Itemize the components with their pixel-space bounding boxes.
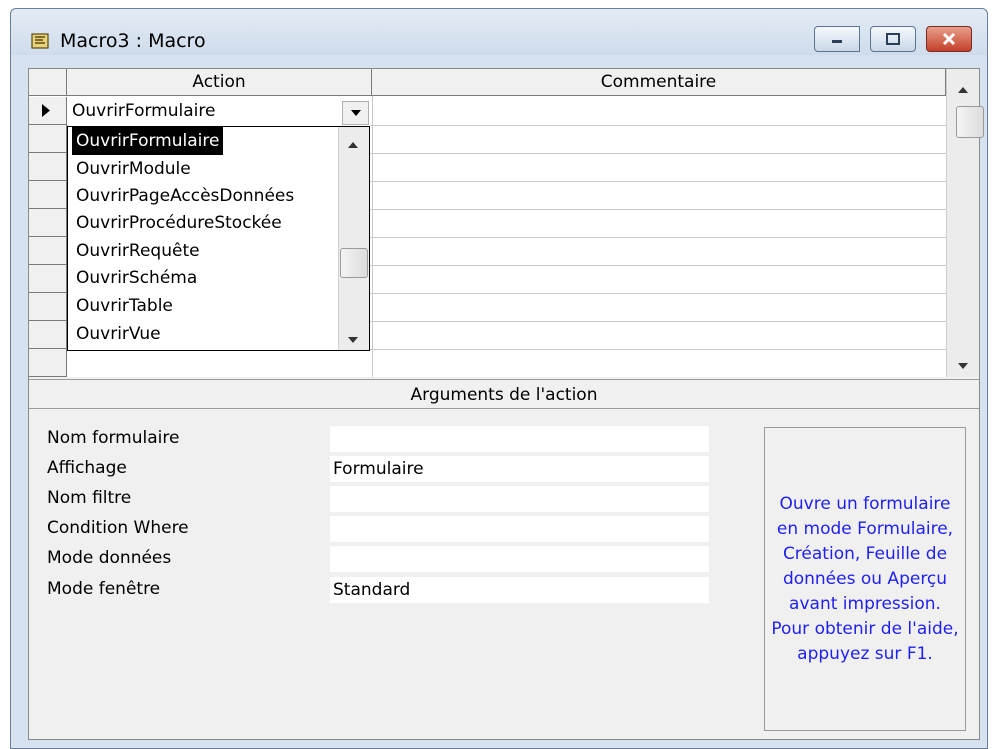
grid-col-line	[372, 96, 373, 377]
arg-label-filter-name: Nom filtre	[47, 488, 132, 508]
dropdown-scroll-thumb[interactable]	[340, 248, 368, 278]
grid-scroll-thumb[interactable]	[956, 106, 984, 138]
dropdown-item[interactable]: OuvrirRequête	[72, 237, 204, 265]
dropdown-item[interactable]: OuvrirPageAccèsDonnées	[72, 182, 298, 210]
dropdown-item[interactable]: OuvrirTable	[72, 292, 177, 320]
row-selector[interactable]	[29, 293, 67, 321]
dropdown-item[interactable]: OuvrirVue	[72, 320, 165, 348]
corner-header[interactable]	[29, 69, 67, 96]
close-icon	[942, 32, 956, 46]
macro-icon	[30, 31, 50, 51]
data-mode-field[interactable]	[330, 546, 709, 572]
maximize-icon	[886, 33, 900, 45]
where-condition-field[interactable]	[330, 516, 709, 542]
combo-dropdown-button[interactable]	[342, 101, 369, 125]
column-header-action[interactable]: Action	[67, 69, 372, 96]
arg-label-where-condition: Condition Where	[47, 518, 189, 538]
dropdown-scrollbar[interactable]	[338, 127, 369, 350]
window-mode-field[interactable]: Standard	[330, 577, 709, 603]
form-name-field[interactable]	[330, 426, 709, 452]
scroll-down-icon[interactable]	[345, 330, 361, 350]
minimize-button[interactable]	[814, 26, 860, 52]
arguments-title: Arguments de l'action	[29, 379, 979, 409]
help-panel: Ouvre un formulaire en mode Formulaire, …	[764, 427, 966, 731]
arg-label-window-mode: Mode fenêtre	[47, 579, 161, 599]
scroll-up-icon[interactable]	[345, 135, 361, 155]
window-title: Macro3 : Macro	[60, 30, 206, 52]
minimize-icon	[832, 40, 842, 43]
chevron-down-icon	[350, 110, 361, 116]
row-selector[interactable]	[29, 321, 67, 349]
record-pointer-icon	[42, 104, 50, 117]
row-selector[interactable]	[29, 97, 67, 125]
row-selector[interactable]	[29, 265, 67, 293]
arg-label-view: Affichage	[47, 458, 127, 478]
action-combo-value[interactable]: OuvrirFormulaire	[72, 101, 215, 121]
row-selector[interactable]	[29, 153, 67, 181]
scroll-up-icon[interactable]	[955, 80, 971, 100]
column-header-comment[interactable]: Commentaire	[372, 69, 946, 96]
row-selector[interactable]	[29, 209, 67, 237]
dropdown-item[interactable]: OuvrirFormulaire	[72, 127, 224, 155]
dropdown-item[interactable]: OuvrirModule	[72, 155, 195, 183]
arg-label-data-mode: Mode données	[47, 548, 172, 568]
help-text: Ouvre un formulaire en mode Formulaire, …	[771, 493, 959, 664]
view-field[interactable]: Formulaire	[330, 456, 709, 482]
arg-label-form-name: Nom formulaire	[47, 428, 180, 448]
row-selector[interactable]	[29, 181, 67, 209]
scroll-down-icon[interactable]	[955, 356, 971, 376]
filter-name-field[interactable]	[330, 486, 709, 512]
row-selector[interactable]	[29, 125, 67, 153]
row-selector[interactable]	[29, 349, 67, 377]
maximize-button[interactable]	[870, 26, 916, 52]
dropdown-item[interactable]: OuvrirSchéma	[72, 264, 201, 292]
close-button[interactable]	[926, 26, 972, 52]
row-selector[interactable]	[29, 237, 67, 265]
dropdown-item[interactable]: OuvrirProcédureStockée	[72, 209, 286, 237]
